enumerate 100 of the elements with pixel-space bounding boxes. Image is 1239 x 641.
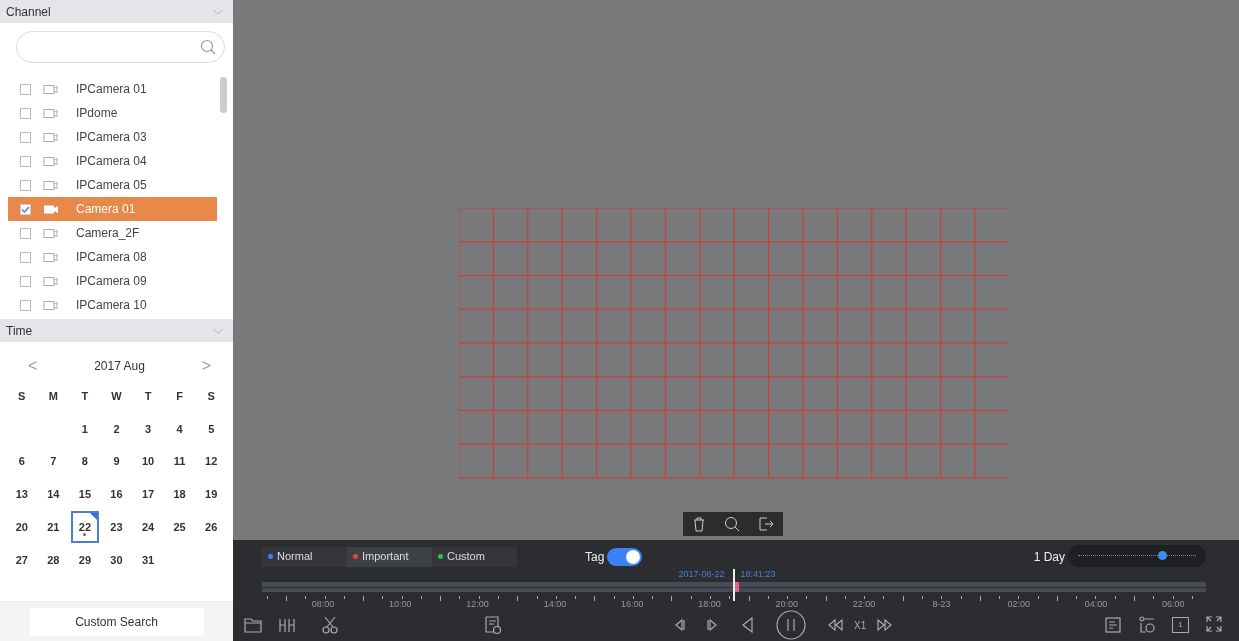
legend-item[interactable]: Important — [347, 546, 432, 567]
calendar-day[interactable]: 25 — [163, 510, 196, 544]
channel-name: Camera 01 — [76, 201, 136, 218]
calendar-day[interactable]: 28 — [37, 543, 70, 577]
checkbox[interactable] — [20, 179, 31, 191]
calendar-day[interactable]: 21 — [37, 510, 70, 544]
calendar-day[interactable]: 6 — [6, 445, 38, 479]
calendar-day[interactable]: 9 — [100, 445, 133, 479]
search-icon[interactable] — [724, 516, 740, 532]
calendar-day[interactable]: 15 — [69, 478, 101, 511]
channel-item[interactable]: IPCamera 04 — [0, 149, 217, 173]
channel-item[interactable]: IPCamera 03 — [0, 125, 217, 149]
checkbox[interactable] — [20, 227, 31, 239]
calendar-day[interactable]: 18 — [163, 478, 196, 511]
weekday-label: F — [175, 389, 184, 405]
camera-icon — [43, 227, 59, 239]
calendar-day[interactable]: 4 — [163, 412, 196, 446]
channel-item[interactable]: Camera_2F — [0, 221, 217, 245]
channel-item[interactable]: IPCamera 05 — [0, 173, 217, 197]
calendar-day[interactable]: 10 — [132, 445, 164, 479]
scrollbar-thumb[interactable] — [220, 77, 227, 113]
time-label: 16:00 — [620, 598, 644, 611]
weekday-label: S — [17, 389, 27, 405]
calendar-day[interactable]: 11 — [163, 445, 196, 479]
camera-icon — [43, 155, 59, 167]
channel-item[interactable]: IPCamera 10 — [0, 293, 217, 317]
tag-toggle[interactable] — [607, 547, 643, 566]
calendar-day[interactable]: 29 — [69, 543, 101, 577]
channel-name: Camera_2F — [76, 225, 140, 242]
weekday-label: W — [110, 389, 123, 405]
calendar-day[interactable]: 26 — [195, 510, 227, 544]
fullscreen-icon[interactable] — [1205, 615, 1223, 635]
calendar-day[interactable]: 22 — [71, 510, 99, 544]
checkbox[interactable] — [20, 203, 31, 215]
calendar-day[interactable]: 24 — [132, 510, 164, 544]
calendar-day[interactable]: 13 — [6, 478, 38, 511]
playhead-handle[interactable] — [733, 569, 735, 601]
calendar-day[interactable]: 17 — [132, 478, 164, 511]
panel-title: Channel — [6, 3, 51, 21]
tag-label: Tag — [585, 548, 605, 566]
zoom-slider-thumb[interactable] — [1158, 551, 1168, 560]
document-settings-icon[interactable] — [484, 615, 502, 635]
camera-icon — [43, 179, 59, 191]
calendar-day[interactable]: 12 — [195, 445, 227, 479]
channel-item[interactable]: IPCamera 08 — [0, 245, 217, 269]
time-label: 06:00 — [1162, 598, 1185, 611]
calendar-day[interactable]: 23 — [100, 510, 133, 544]
checkbox[interactable] — [20, 131, 31, 143]
custom-search-button[interactable]: Custom Search — [29, 607, 204, 636]
camera-icon — [43, 107, 59, 119]
check-icon — [21, 204, 30, 214]
list-icon[interactable] — [1104, 615, 1122, 635]
calendar-day[interactable]: 20 — [6, 510, 38, 544]
checkbox[interactable] — [20, 107, 31, 119]
checkbox[interactable] — [20, 155, 31, 167]
pause-icon[interactable] — [776, 610, 806, 640]
channel-name: IPCamera 10 — [76, 297, 147, 314]
zoom-label: 1 Day — [1033, 549, 1065, 566]
page-indicator[interactable]: 1 — [1172, 617, 1189, 633]
camera-icon — [43, 275, 59, 287]
reverse-play-icon[interactable] — [740, 615, 756, 635]
channel-item[interactable]: IPCamera 09 — [0, 269, 217, 293]
calendar-day[interactable]: 3 — [132, 412, 164, 446]
channel-item[interactable]: IPCamera 01 — [0, 77, 217, 101]
checkbox[interactable] — [20, 251, 31, 263]
channel-item[interactable]: IPdome — [0, 101, 217, 125]
calendar-day[interactable]: 5 — [195, 412, 227, 446]
scissors-icon[interactable] — [321, 615, 339, 635]
calendar-day[interactable]: 14 — [37, 478, 70, 511]
search-icon — [200, 39, 216, 55]
time-label: 10:00 — [389, 598, 412, 611]
time-label: 8-23 — [932, 598, 951, 611]
calendar-day[interactable]: 30 — [100, 543, 133, 577]
checkbox[interactable] — [20, 299, 31, 311]
calendar-day[interactable]: 31 — [132, 543, 164, 577]
checkbox[interactable] — [20, 83, 31, 95]
checkbox[interactable] — [20, 275, 31, 287]
calendar-day[interactable]: 2 — [100, 412, 133, 446]
folder-icon[interactable] — [243, 615, 263, 635]
time-label: 14:00 — [543, 598, 567, 611]
calendar-day[interactable]: 19 — [195, 478, 227, 511]
time-label: 18:00 — [698, 598, 721, 611]
legend-item[interactable]: Normal — [262, 546, 347, 567]
time-label: 02:00 — [1007, 598, 1030, 611]
trash-icon[interactable] — [692, 516, 706, 532]
weekday-label: M — [47, 389, 59, 405]
calendar-day[interactable]: 1 — [69, 412, 101, 446]
camera-icon — [43, 131, 59, 143]
calendar-day[interactable]: 8 — [69, 445, 101, 479]
exit-icon[interactable] — [758, 516, 774, 532]
channel-name: IPCamera 04 — [76, 153, 147, 170]
legend-item[interactable]: Custom — [432, 546, 517, 567]
calendar-day[interactable]: 27 — [6, 543, 38, 577]
calendar-day[interactable]: 16 — [100, 478, 133, 511]
calendar-day[interactable]: 7 — [37, 445, 70, 479]
channel-name: IPCamera 09 — [76, 273, 147, 290]
channel-name: IPCamera 08 — [76, 249, 147, 266]
settings-icon[interactable] — [1138, 615, 1156, 635]
zoom-slider[interactable] — [1068, 545, 1206, 567]
weekday-label: S — [206, 389, 216, 405]
